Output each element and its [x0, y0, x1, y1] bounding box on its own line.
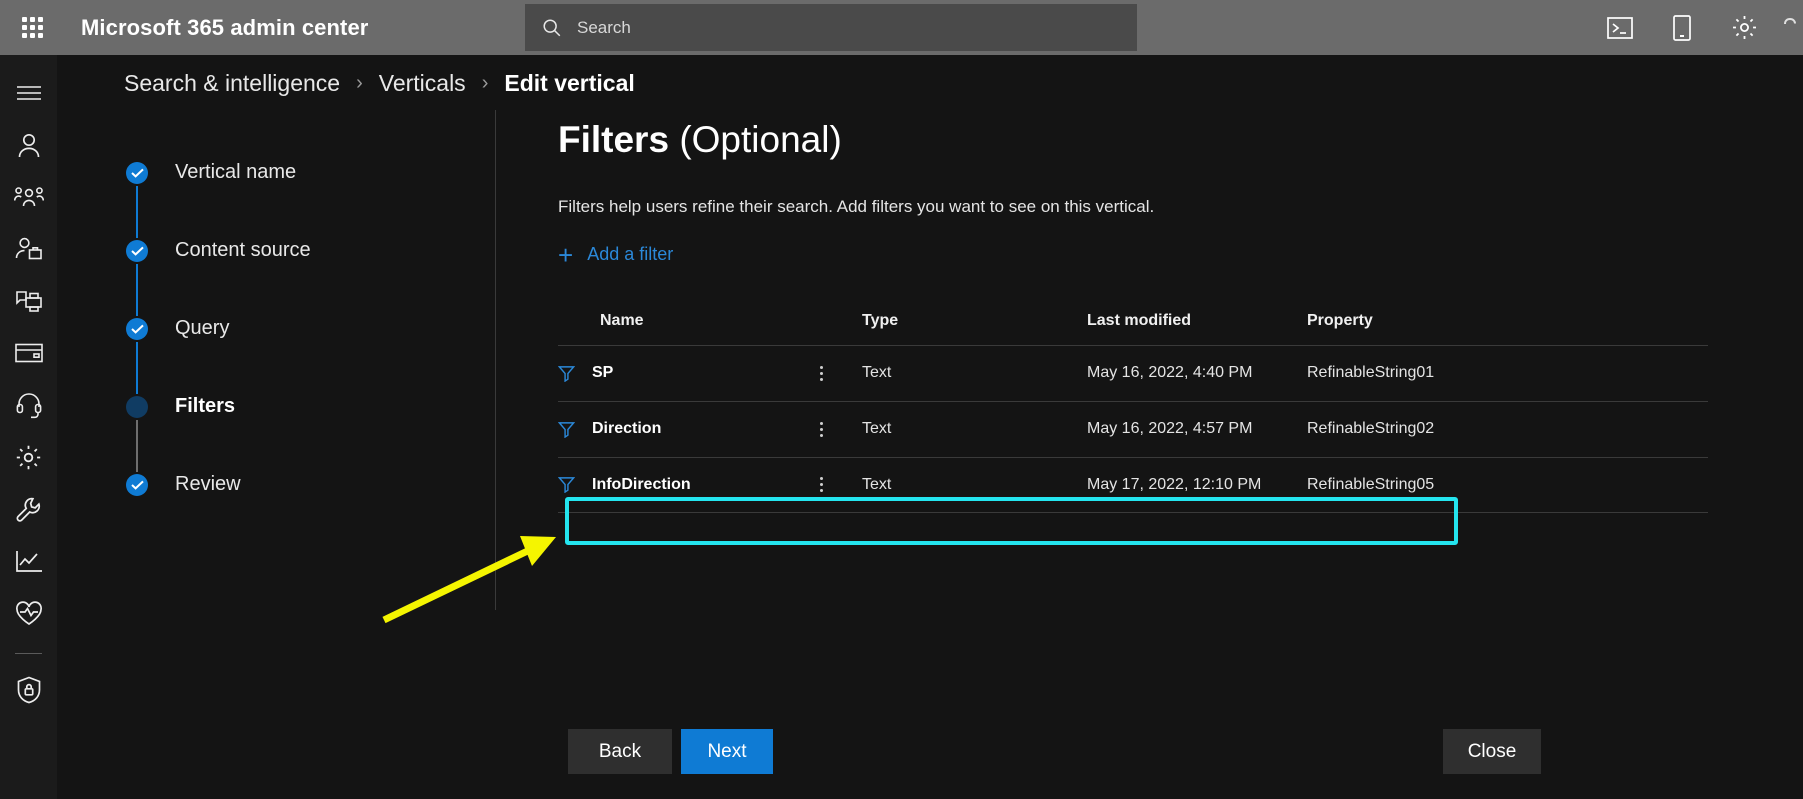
- wizard-step-label: Vertical name: [175, 161, 297, 183]
- breadcrumb-current: Edit vertical: [504, 69, 635, 96]
- breadcrumb-root[interactable]: Search & intelligence: [124, 70, 340, 97]
- step-status-check-icon: [126, 318, 148, 340]
- step-status-current-icon: [126, 396, 148, 418]
- close-button[interactable]: Close: [1443, 729, 1541, 774]
- mobile-device-icon[interactable]: [1651, 0, 1713, 55]
- wizard-step-label: Review: [175, 473, 241, 495]
- page-title: Filters (Optional): [558, 112, 1758, 168]
- page-title-main: Filters: [558, 119, 670, 160]
- sidebar-item-billing[interactable]: [0, 327, 57, 379]
- step-status-check-icon: [126, 474, 148, 496]
- wizard-step-label: Filters: [175, 395, 236, 417]
- column-header-property[interactable]: Property: [1307, 312, 1567, 330]
- breadcrumb: Search & intelligence › Verticals › Edit…: [124, 62, 635, 104]
- left-navigation-rail: [0, 55, 57, 799]
- filters-table: Name Type Last modified Property SP Text: [558, 307, 1708, 513]
- back-button[interactable]: Back: [568, 729, 672, 774]
- step-connector: [136, 342, 138, 394]
- step-connector: [136, 186, 138, 238]
- global-search-box[interactable]: [525, 4, 1137, 51]
- help-icon-partial[interactable]: [1775, 0, 1803, 55]
- sidebar-item-health[interactable]: [0, 587, 57, 639]
- wizard-step-label: Content source: [175, 239, 311, 261]
- add-filter-button[interactable]: + Add a filter: [558, 239, 674, 270]
- table-row[interactable]: Direction Text May 16, 2022, 4:57 PM Ref…: [558, 400, 1708, 457]
- sidebar-item-roles[interactable]: [0, 223, 57, 275]
- filter-funnel-icon: [558, 421, 575, 438]
- row-actions-menu-button[interactable]: [816, 362, 862, 385]
- step-status-check-icon: [126, 240, 148, 262]
- sidebar-item-support[interactable]: [0, 379, 57, 431]
- next-button[interactable]: Next: [681, 729, 773, 774]
- plus-icon: +: [558, 239, 574, 270]
- cell-last-modified: May 17, 2022, 12:10 PM: [1087, 475, 1262, 493]
- wizard-step-review[interactable]: Review: [126, 472, 486, 496]
- cell-last-modified: May 16, 2022, 4:40 PM: [1087, 364, 1253, 381]
- table-row[interactable]: SP Text May 16, 2022, 4:40 PM RefinableS…: [558, 344, 1708, 401]
- wizard-step-filters[interactable]: Filters: [126, 394, 486, 472]
- top-navigation-bar: Microsoft 365 admin center: [0, 0, 1803, 55]
- top-bar-icon-group: [1589, 0, 1803, 55]
- cell-name: InfoDirection: [558, 476, 816, 494]
- cell-type: Text: [862, 420, 892, 437]
- row-actions-menu-button[interactable]: [816, 418, 862, 441]
- filter-name-label: SP: [592, 364, 614, 381]
- column-header-last-modified[interactable]: Last modified: [1087, 312, 1307, 330]
- page-description: Filters help users refine their search. …: [558, 197, 1155, 216]
- column-header-name[interactable]: Name: [558, 312, 816, 330]
- breadcrumb-parent[interactable]: Verticals: [379, 70, 466, 97]
- kebab-menu-icon[interactable]: [816, 418, 827, 441]
- cell-property: RefinableString01: [1307, 364, 1435, 381]
- cell-name: SP: [558, 364, 816, 382]
- rail-divider: [15, 653, 42, 654]
- kebab-menu-icon[interactable]: [816, 362, 827, 385]
- sidebar-item-devices[interactable]: [0, 275, 57, 327]
- gear-icon[interactable]: [1713, 0, 1775, 55]
- annotation-arrow: [370, 520, 570, 635]
- step-connector: [136, 264, 138, 316]
- filter-funnel-icon: [558, 477, 575, 493]
- wizard-step-query[interactable]: Query: [126, 316, 486, 394]
- sidebar-item-settings[interactable]: [0, 431, 57, 483]
- step-connector: [136, 420, 138, 472]
- main-content-panel: Filters (Optional) Filters help users re…: [558, 112, 1758, 513]
- wizard-step-label: Query: [175, 317, 230, 339]
- row-actions-menu-button[interactable]: [816, 473, 862, 496]
- panel-divider: [495, 110, 496, 610]
- console-icon[interactable]: [1589, 0, 1651, 55]
- cell-last-modified: May 16, 2022, 4:57 PM: [1087, 420, 1253, 437]
- hamburger-menu-icon[interactable]: [0, 67, 57, 119]
- page-title-optional: (Optional): [669, 119, 842, 160]
- filter-funnel-icon: [558, 365, 575, 382]
- cell-property: RefinableString05: [1307, 475, 1435, 493]
- column-header-type[interactable]: Type: [862, 312, 1087, 330]
- table-row-highlighted[interactable]: InfoDirection Text May 17, 2022, 12:10 P…: [558, 456, 1708, 513]
- breadcrumb-separator-icon: ›: [481, 71, 489, 94]
- brand-title: Microsoft 365 admin center: [81, 14, 369, 40]
- cell-name: Direction: [558, 420, 816, 438]
- cell-type: Text: [862, 364, 892, 381]
- filter-name-label: Direction: [592, 420, 662, 437]
- cell-property: RefinableString02: [1307, 420, 1435, 437]
- sidebar-item-compliance[interactable]: [0, 664, 57, 716]
- search-icon: [543, 18, 561, 36]
- wizard-step-list: Vertical name Content source Query Filte…: [126, 160, 486, 496]
- app-launcher-waffle-icon[interactable]: [8, 4, 56, 52]
- table-header-row: Name Type Last modified Property: [558, 307, 1708, 345]
- admin-center-page: Microsoft 365 admin center Search Search…: [0, 0, 1803, 799]
- cell-type: Text: [862, 475, 892, 493]
- sidebar-item-users[interactable]: [0, 119, 57, 171]
- search-input[interactable]: [577, 17, 1121, 38]
- step-status-check-icon: [126, 162, 148, 184]
- sidebar-item-setup[interactable]: [0, 483, 57, 535]
- wizard-step-vertical-name[interactable]: Vertical name: [126, 160, 486, 238]
- wizard-step-content-source[interactable]: Content source: [126, 238, 486, 316]
- sidebar-item-reports[interactable]: [0, 535, 57, 587]
- filter-name-label: InfoDirection: [592, 475, 691, 493]
- breadcrumb-separator-icon: ›: [356, 71, 363, 94]
- add-filter-label: Add a filter: [587, 244, 674, 264]
- sidebar-item-teams-groups[interactable]: [0, 171, 57, 223]
- kebab-menu-icon[interactable]: [816, 473, 827, 496]
